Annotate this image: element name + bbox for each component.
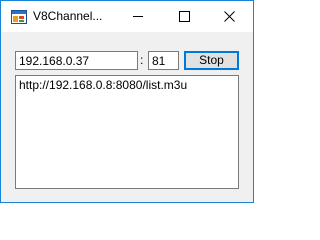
close-button[interactable] bbox=[207, 1, 253, 32]
client-area: 192.168.0.37 : 81 Stop http://192.168.0.… bbox=[1, 32, 253, 202]
close-icon bbox=[224, 11, 235, 22]
port-input[interactable]: 81 bbox=[148, 51, 179, 70]
url-list[interactable]: http://192.168.0.8:8080/list.m3u bbox=[15, 75, 239, 189]
ip-address-input[interactable]: 192.168.0.37 bbox=[15, 51, 138, 70]
list-item[interactable]: http://192.168.0.8:8080/list.m3u bbox=[19, 78, 187, 92]
maximize-button[interactable] bbox=[162, 1, 208, 32]
minimize-button[interactable] bbox=[116, 1, 162, 32]
minimize-icon bbox=[133, 16, 143, 17]
app-icon bbox=[11, 10, 27, 24]
maximize-icon bbox=[179, 11, 190, 22]
stop-button[interactable]: Stop bbox=[184, 51, 239, 70]
port-separator: : bbox=[140, 53, 144, 67]
window-title: V8Channel... bbox=[33, 9, 103, 23]
app-window: V8Channel... 192.168.0.37 : 81 Stop http… bbox=[0, 0, 254, 203]
title-bar[interactable]: V8Channel... bbox=[1, 1, 253, 32]
